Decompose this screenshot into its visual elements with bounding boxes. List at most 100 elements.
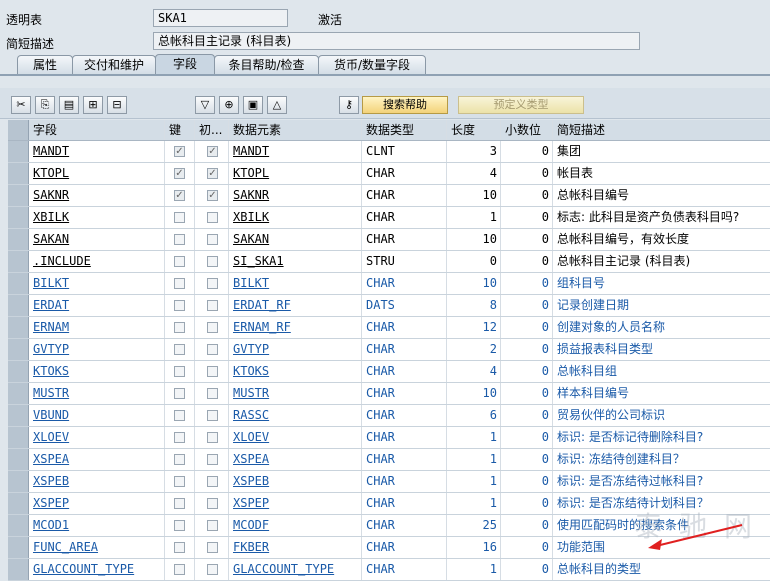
key-checkbox[interactable]: ✓ <box>174 168 185 179</box>
initial-checkbox[interactable] <box>207 234 218 245</box>
key-checkbox[interactable] <box>174 432 185 443</box>
field-name-cell[interactable]: SAKAN <box>29 229 165 250</box>
key-checkbox[interactable] <box>174 498 185 509</box>
key-cell[interactable]: ✓ <box>165 185 195 206</box>
table-row[interactable]: MANDT ✓ ✓ MANDT CLNT 3 0 集团 <box>8 141 770 163</box>
data-type-cell[interactable]: CHAR <box>362 537 447 558</box>
decimals-cell[interactable]: 0 <box>501 405 553 426</box>
row-selector[interactable] <box>8 427 29 448</box>
initial-checkbox[interactable] <box>207 410 218 421</box>
row-selector[interactable] <box>8 207 29 228</box>
table-row[interactable]: MUSTR MUSTR CHAR 10 0 样本科目编号 <box>8 383 770 405</box>
filter-icon[interactable]: ▽ <box>195 96 215 114</box>
short-desc-cell[interactable]: 总帐科目编号 <box>553 185 770 206</box>
predefined-type-button[interactable]: 预定义类型 <box>458 96 584 114</box>
initial-checkbox[interactable] <box>207 366 218 377</box>
key-checkbox[interactable] <box>174 520 185 531</box>
data-element-cell[interactable]: XSPEP <box>229 493 362 514</box>
short-desc-cell[interactable]: 组科目号 <box>553 273 770 294</box>
data-element-cell[interactable]: SAKNR <box>229 185 362 206</box>
col-header-decimals[interactable]: 小数位 <box>501 120 553 140</box>
length-cell[interactable]: 6 <box>447 405 501 426</box>
initial-cell[interactable] <box>195 273 229 294</box>
length-cell[interactable]: 1 <box>447 427 501 448</box>
key-checkbox[interactable]: ✓ <box>174 190 185 201</box>
length-cell[interactable]: 1 <box>447 559 501 580</box>
decimals-cell[interactable]: 0 <box>501 361 553 382</box>
delete-row-icon[interactable]: ⊟ <box>107 96 127 114</box>
key-cell[interactable] <box>165 317 195 338</box>
row-selector[interactable] <box>8 493 29 514</box>
length-cell[interactable]: 16 <box>447 537 501 558</box>
initial-cell[interactable] <box>195 515 229 536</box>
insert-row-icon[interactable]: ⊞ <box>83 96 103 114</box>
data-type-cell[interactable]: CHAR <box>362 449 447 470</box>
row-selector[interactable] <box>8 163 29 184</box>
short-desc-cell[interactable]: 帐目表 <box>553 163 770 184</box>
length-cell[interactable]: 4 <box>447 163 501 184</box>
key-cell[interactable] <box>165 251 195 272</box>
data-type-cell[interactable]: CHAR <box>362 317 447 338</box>
data-type-cell[interactable]: CHAR <box>362 493 447 514</box>
table-name-field[interactable]: SKA1 <box>153 9 288 27</box>
field-name-cell[interactable]: MANDT <box>29 141 165 162</box>
table-row[interactable]: ERDAT ERDAT_RF DATS 8 0 记录创建日期 <box>8 295 770 317</box>
key-checkbox[interactable]: ✓ <box>174 146 185 157</box>
initial-cell[interactable]: ✓ <box>195 163 229 184</box>
short-desc-field[interactable]: 总帐科目主记录 (科目表) <box>153 32 640 50</box>
field-name-cell[interactable]: SAKNR <box>29 185 165 206</box>
decimals-cell[interactable]: 0 <box>501 559 553 580</box>
data-element-cell[interactable]: KTOKS <box>229 361 362 382</box>
length-cell[interactable]: 3 <box>447 141 501 162</box>
length-cell[interactable]: 1 <box>447 207 501 228</box>
initial-checkbox[interactable] <box>207 388 218 399</box>
data-type-cell[interactable]: CHAR <box>362 383 447 404</box>
field-name-cell[interactable]: VBUND <box>29 405 165 426</box>
col-header-data-element[interactable]: 数据元素 <box>229 120 362 140</box>
table-row[interactable]: KTOKS KTOKS CHAR 4 0 总帐科目组 <box>8 361 770 383</box>
initial-cell[interactable] <box>195 471 229 492</box>
initial-checkbox[interactable] <box>207 520 218 531</box>
row-selector[interactable] <box>8 449 29 470</box>
row-selector[interactable] <box>8 317 29 338</box>
length-cell[interactable]: 10 <box>447 383 501 404</box>
key-cell[interactable] <box>165 229 195 250</box>
key-checkbox[interactable] <box>174 344 185 355</box>
initial-checkbox[interactable] <box>207 564 218 575</box>
tab-fields[interactable]: 字段 <box>155 54 215 75</box>
col-header-field[interactable]: 字段 <box>29 120 165 140</box>
length-cell[interactable]: 10 <box>447 229 501 250</box>
initial-cell[interactable] <box>195 493 229 514</box>
decimals-cell[interactable]: 0 <box>501 295 553 316</box>
key-checkbox[interactable] <box>174 542 185 553</box>
data-element-cell[interactable]: GLACCOUNT_TYPE <box>229 559 362 580</box>
data-element-cell[interactable]: MANDT <box>229 141 362 162</box>
key-checkbox[interactable] <box>174 322 185 333</box>
initial-checkbox[interactable] <box>207 322 218 333</box>
tab-attributes[interactable]: 属性 <box>17 55 73 74</box>
initial-checkbox[interactable] <box>207 476 218 487</box>
length-cell[interactable]: 10 <box>447 185 501 206</box>
initial-checkbox[interactable] <box>207 432 218 443</box>
short-desc-cell[interactable]: 标志: 此科目是资产负债表科目吗? <box>553 207 770 228</box>
table-row[interactable]: BILKT BILKT CHAR 10 0 组科目号 <box>8 273 770 295</box>
initial-checkbox[interactable] <box>207 454 218 465</box>
key-checkbox[interactable] <box>174 410 185 421</box>
initial-cell[interactable] <box>195 383 229 404</box>
short-desc-cell[interactable]: 总帐科目主记录 (科目表) <box>553 251 770 272</box>
short-desc-cell[interactable]: 标识: 冻结待创建科目？ <box>553 449 770 470</box>
key-checkbox[interactable] <box>174 388 185 399</box>
short-desc-cell[interactable]: 标识: 是否标记待删除科目? <box>553 427 770 448</box>
table-row[interactable]: GVTYP GVTYP CHAR 2 0 损益报表科目类型 <box>8 339 770 361</box>
data-element-cell[interactable]: XSPEA <box>229 449 362 470</box>
data-element-cell[interactable]: ERDAT_RF <box>229 295 362 316</box>
key-cell[interactable] <box>165 515 195 536</box>
decimals-cell[interactable]: 0 <box>501 515 553 536</box>
short-desc-cell[interactable]: 标识: 是否冻结待过帐科目? <box>553 471 770 492</box>
decimals-cell[interactable]: 0 <box>501 229 553 250</box>
field-name-cell[interactable]: GLACCOUNT_TYPE <box>29 559 165 580</box>
row-selector[interactable] <box>8 251 29 272</box>
length-cell[interactable]: 10 <box>447 273 501 294</box>
col-header-short-desc[interactable]: 简短描述 <box>553 120 770 140</box>
initial-cell[interactable] <box>195 295 229 316</box>
